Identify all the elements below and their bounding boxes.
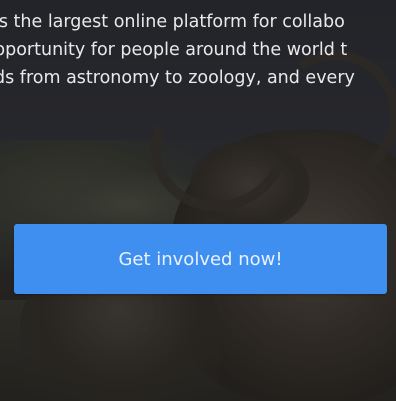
intro-line: ds from astronomy to zoology, and every: [0, 68, 355, 88]
intro-line: pportunity for people around the world t: [0, 40, 348, 60]
hero-intro-text: is the largest online platform for colla…: [0, 8, 396, 92]
intro-line: is the largest online platform for colla…: [0, 12, 345, 32]
hero-section: is the largest online platform for colla…: [0, 0, 396, 401]
get-involved-button[interactable]: Get involved now!: [14, 224, 387, 294]
